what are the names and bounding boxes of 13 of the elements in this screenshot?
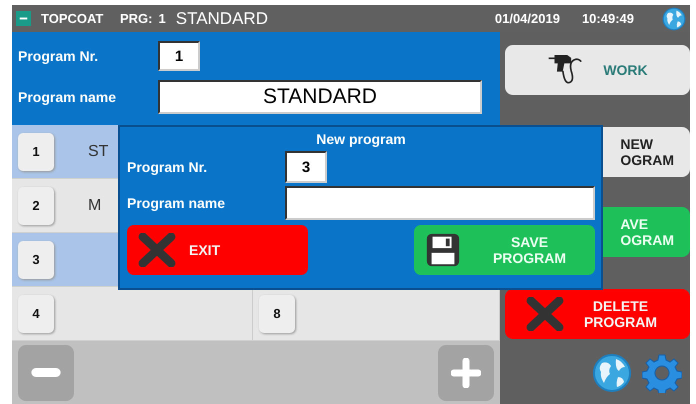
field-label: Program Nr. <box>127 159 208 175</box>
program-name: STANDARD <box>176 8 269 28</box>
field-label: Program name <box>18 89 118 105</box>
program-name: ST <box>88 142 108 160</box>
dialog-title: New program <box>315 131 407 147</box>
time-label: 10:49:49 <box>582 11 634 26</box>
app-name: TOPCOAT <box>41 11 104 26</box>
date-label: 01/04/2019 <box>494 11 560 26</box>
field-label: Program name <box>127 195 226 211</box>
program-label: PRG: <box>120 11 152 26</box>
field-label: Program Nr. <box>18 48 100 64</box>
program-number: 1 <box>158 11 166 26</box>
program-name: M <box>88 196 102 214</box>
